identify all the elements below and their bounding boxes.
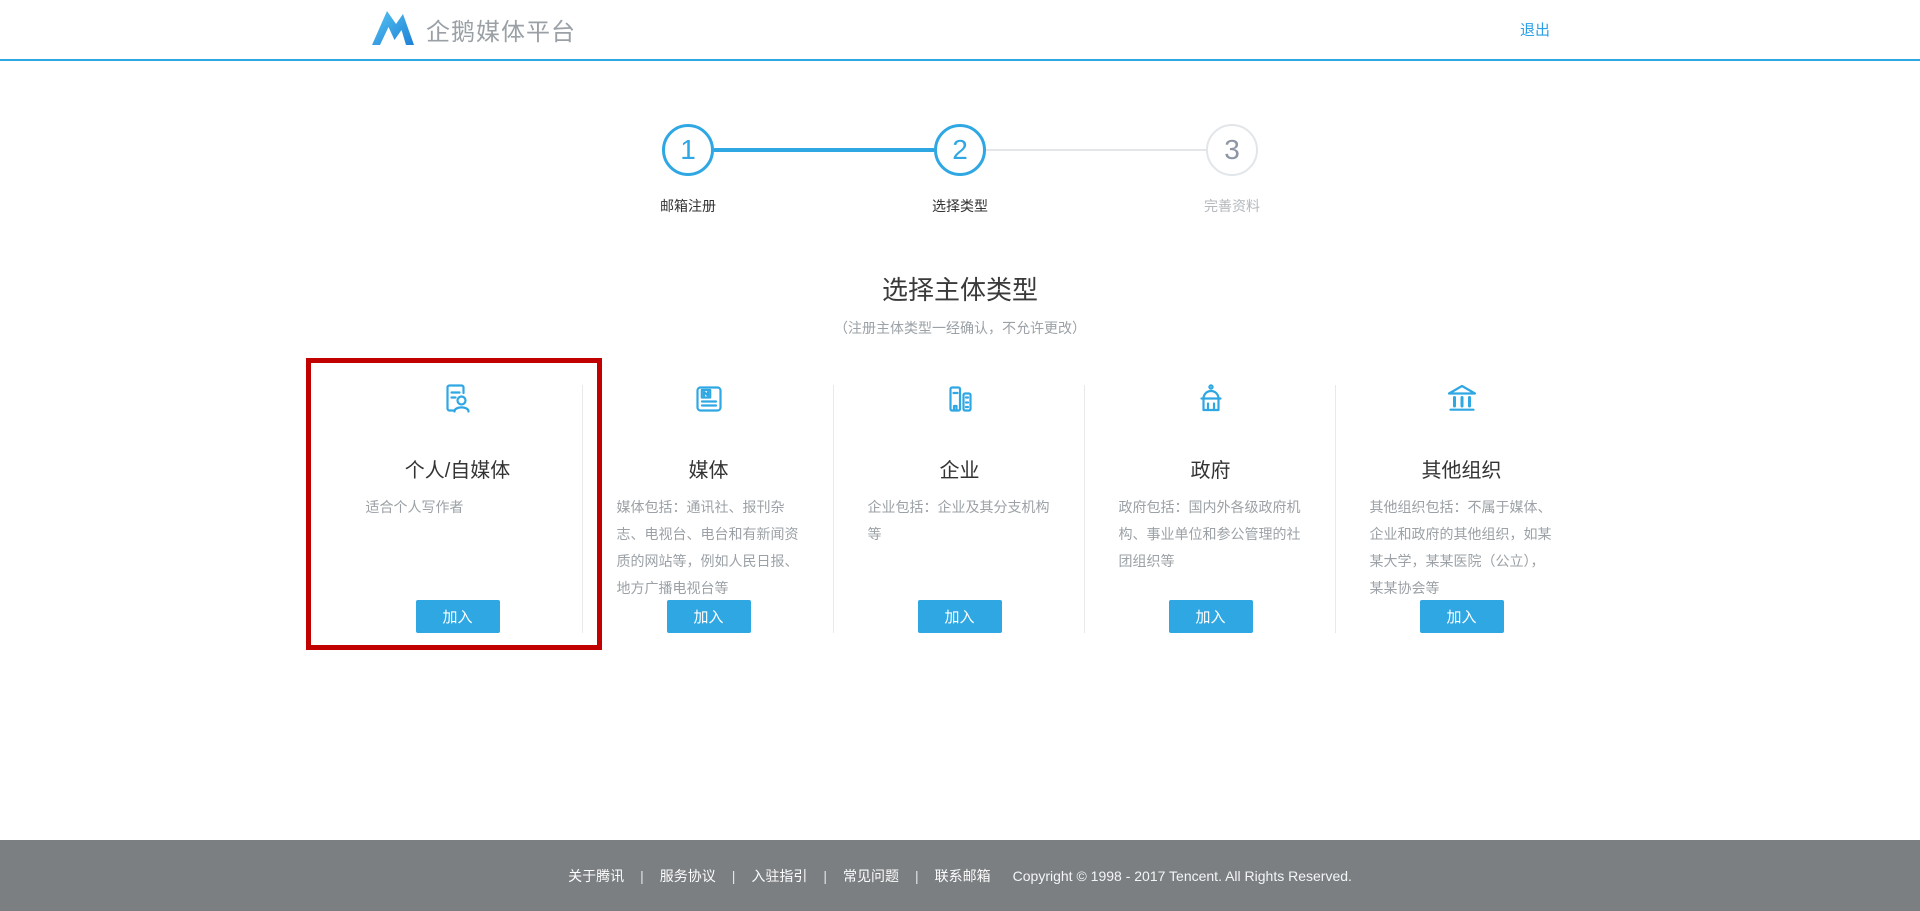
card-description: 企业包括：企业及其分支机构等 <box>868 494 1052 548</box>
card-title: 其他组织 <box>1336 454 1587 483</box>
government-dome-icon <box>1193 381 1229 417</box>
footer-separator: | <box>640 868 644 884</box>
step-number-1: 1 <box>680 134 696 166</box>
card-title: 媒体 <box>583 454 834 483</box>
footer: 关于腾讯 | 服务协议 | 入驻指引 | 常见问题 | 联系邮箱 Copyrig… <box>0 840 1920 911</box>
logout-link[interactable]: 退出 <box>1520 19 1550 40</box>
header: 企鹅媒体平台 退出 <box>0 0 1920 61</box>
join-button-enterprise[interactable]: 加入 <box>918 600 1002 633</box>
newspaper-icon <box>691 381 727 417</box>
step-circle-1: 1 <box>662 124 714 176</box>
step-number-3: 3 <box>1224 134 1240 166</box>
footer-separator: | <box>732 868 736 884</box>
copyright-text: Copyright © 1998 - 2017 Tencent. All Rig… <box>1013 868 1352 884</box>
card-title: 企业 <box>834 454 1085 483</box>
logo-text: 企鹅媒体平台 <box>426 12 576 47</box>
card-description: 其他组织包括：不属于媒体、企业和政府的其他组织，如某某大学，某某医院（公立），某… <box>1370 494 1554 602</box>
footer-separator: | <box>823 868 827 884</box>
card-title: 个人/自媒体 <box>332 454 583 483</box>
step-number-2: 2 <box>952 134 968 166</box>
card-other-organization[interactable]: 其他组织 其他组织包括：不属于媒体、企业和政府的其他组织，如某某大学，某某医院（… <box>1336 358 1587 654</box>
card-description: 政府包括：国内外各级政府机构、事业单位和参公管理的社团组织等 <box>1119 494 1303 575</box>
card-description: 适合个人写作者 <box>366 494 550 521</box>
card-description: 媒体包括：通讯社、报刊杂志、电视台、电台和有新闻资质的网站等，例如人民日报、地方… <box>617 494 801 602</box>
step-indicator: 1 2 3 <box>662 124 1258 176</box>
join-button-personal[interactable]: 加入 <box>416 600 500 633</box>
card-media[interactable]: 媒体 媒体包括：通讯社、报刊杂志、电视台、电台和有新闻资质的网站等，例如人民日报… <box>583 358 834 654</box>
footer-link-contact-email[interactable]: 联系邮箱 <box>935 866 991 886</box>
penguin-media-logo-icon <box>370 7 416 52</box>
page-title: 选择主体类型 <box>0 270 1920 307</box>
card-enterprise[interactable]: 企业 企业包括：企业及其分支机构等 加入 <box>834 358 1085 654</box>
classical-building-icon <box>1444 381 1480 417</box>
step-connector-1-2 <box>714 148 934 152</box>
step-label-email-register: 邮箱注册 <box>660 196 716 216</box>
card-government[interactable]: 政府 政府包括：国内外各级政府机构、事业单位和参公管理的社团组织等 加入 <box>1085 358 1336 654</box>
footer-link-about-tencent[interactable]: 关于腾讯 <box>568 866 624 886</box>
join-button-government[interactable]: 加入 <box>1169 600 1253 633</box>
id-card-person-icon <box>440 381 476 417</box>
logo[interactable]: 企鹅媒体平台 <box>370 7 576 52</box>
step-circle-2: 2 <box>934 124 986 176</box>
footer-link-service-agreement[interactable]: 服务协议 <box>660 866 716 886</box>
step-connector-2-3 <box>986 149 1206 151</box>
card-title: 政府 <box>1085 454 1336 483</box>
footer-link-onboarding-guide[interactable]: 入驻指引 <box>751 866 807 886</box>
page-subtitle: （注册主体类型一经确认，不允许更改） <box>0 318 1920 338</box>
buildings-icon <box>942 381 978 417</box>
join-button-other[interactable]: 加入 <box>1420 600 1504 633</box>
type-card-list: 个人/自媒体 适合个人写作者 加入 媒体 媒体包括：通讯社、报刊杂志、电视台、电… <box>332 358 1587 654</box>
footer-link-faq[interactable]: 常见问题 <box>843 866 899 886</box>
footer-separator: | <box>915 868 919 884</box>
card-personal-self-media[interactable]: 个人/自媒体 适合个人写作者 加入 <box>332 358 583 654</box>
step-label-choose-type: 选择类型 <box>932 196 988 216</box>
step-label-complete-profile: 完善资料 <box>1204 196 1260 216</box>
step-circle-3: 3 <box>1206 124 1258 176</box>
join-button-media[interactable]: 加入 <box>667 600 751 633</box>
